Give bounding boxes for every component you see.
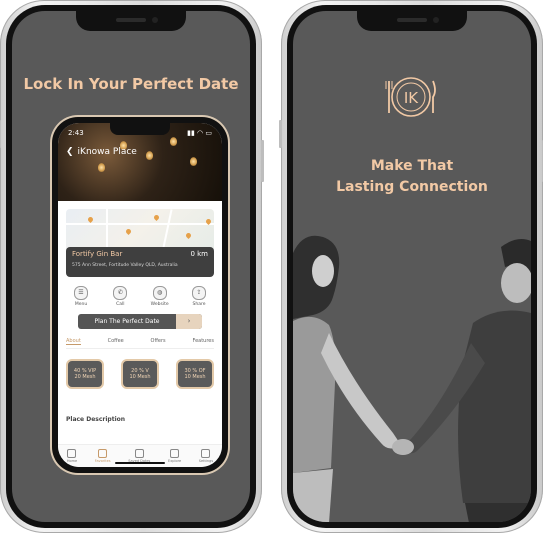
- compass-icon: [170, 449, 180, 458]
- nav-home[interactable]: Home: [67, 449, 77, 463]
- nav-label: Explore: [168, 459, 182, 463]
- share-icon: ⇪: [191, 286, 206, 300]
- calendar-icon: [134, 449, 144, 458]
- nav-favorites[interactable]: Favorites: [95, 449, 111, 463]
- status-time: 2:43: [68, 129, 84, 137]
- nav-saved-dates[interactable]: Saved Dates: [128, 449, 150, 463]
- offer-card[interactable]: 40 % VIP 20 Mesh: [66, 359, 104, 389]
- app-preview-screen: 2:43 ▮▮ ◠ ▭ ❮ iKnowa Place Fortify Gin B…: [58, 123, 222, 467]
- place-description-heading: Place Description: [66, 416, 126, 423]
- tab-about[interactable]: About: [66, 338, 81, 345]
- phone-icon: ✆: [113, 286, 128, 300]
- volume-button: [279, 120, 282, 148]
- bottom-navigation: Home Favorites Saved Dates Explore Setti…: [58, 444, 222, 467]
- status-icons: ▮▮ ◠ ▭: [187, 129, 212, 137]
- notch: [357, 11, 467, 31]
- right-phone-frame: IK Make That Lasting Connection: [279, 0, 543, 533]
- tab-features[interactable]: Features: [192, 338, 214, 345]
- logo-text: IK: [404, 89, 419, 107]
- venue-name: Fortify Gin Bar: [72, 250, 123, 258]
- venue-distance: 0 km: [190, 250, 208, 258]
- action-website[interactable]: ◍ Website: [147, 286, 173, 307]
- status-bar: 2:43 ▮▮ ◠ ▭: [68, 129, 212, 137]
- action-call[interactable]: ✆ Call: [107, 286, 133, 307]
- plan-date-button[interactable]: Plan The Perfect Date ›: [78, 314, 202, 329]
- volume-button: [0, 120, 1, 148]
- menu-icon: ☰: [74, 286, 88, 300]
- tab-offers[interactable]: Offers: [151, 338, 166, 345]
- nav-label: Settings: [198, 459, 214, 463]
- nav-label: Favorites: [94, 459, 111, 463]
- tab-coffee[interactable]: Coffee: [108, 338, 124, 345]
- chevron-right-icon: ›: [176, 314, 202, 329]
- offer-card[interactable]: 20 % V 10 Mesh: [121, 359, 159, 389]
- screen-title: iKnowa Place: [77, 147, 137, 157]
- left-phone-screen: Lock In Your Perfect Date 2:43 ▮▮ ◠ ▭ ❮ …: [12, 11, 250, 522]
- tagline-line-1: Make That: [370, 158, 454, 174]
- promo-headline: Lock In Your Perfect Date: [23, 75, 239, 93]
- nav-label: Home: [66, 459, 78, 463]
- app-preview-phone: 2:43 ▮▮ ◠ ▭ ❮ iKnowa Place Fortify Gin B…: [52, 117, 228, 473]
- power-button: [261, 140, 264, 182]
- offer-detail: 10 Mesh: [129, 374, 151, 380]
- venue-tabs: About Coffee Offers Features: [66, 338, 214, 349]
- venue-actions: ☰ Menu ✆ Call ◍ Website ⇪ Share: [68, 286, 212, 307]
- couple-holding-hands-photo: [293, 235, 531, 522]
- left-phone-bezel: Lock In Your Perfect Date 2:43 ▮▮ ◠ ▭ ❮ …: [6, 5, 256, 528]
- nav-settings[interactable]: Settings: [199, 449, 213, 463]
- tagline: Make That Lasting Connection: [293, 156, 531, 198]
- venue-address: 575 Ann Street, Fortitude Valley QLD, Au…: [72, 263, 178, 268]
- venue-info-card[interactable]: Fortify Gin Bar 0 km 575 Ann Street, For…: [66, 247, 214, 277]
- action-label: Menu: [74, 302, 88, 307]
- back-button[interactable]: ❮ iKnowa Place: [66, 147, 137, 157]
- action-label: Call: [116, 302, 125, 307]
- app-logo: IK: [385, 77, 436, 117]
- right-phone-bezel: IK Make That Lasting Connection: [287, 5, 537, 528]
- home-indicator: [115, 462, 165, 464]
- chevron-left-icon: ❮: [66, 147, 74, 157]
- offer-cards: 40 % VIP 20 Mesh 20 % V 10 Mesh 30 % OF …: [66, 359, 214, 389]
- tagline-line-2: Lasting Connection: [336, 179, 488, 195]
- notch: [76, 11, 186, 31]
- offer-detail: 20 Mesh: [74, 374, 96, 380]
- gear-icon: [201, 449, 211, 458]
- plan-date-label: Plan The Perfect Date: [94, 318, 160, 325]
- action-menu[interactable]: ☰ Menu: [68, 286, 94, 307]
- offer-detail: 10 Mesh: [184, 374, 206, 380]
- right-phone-screen: IK Make That Lasting Connection: [293, 11, 531, 522]
- action-label: Website: [150, 302, 169, 307]
- heart-icon: [98, 449, 108, 458]
- nav-explore[interactable]: Explore: [168, 449, 181, 463]
- action-label: Share: [192, 302, 206, 307]
- left-phone-frame: Lock In Your Perfect Date 2:43 ▮▮ ◠ ▭ ❮ …: [0, 0, 264, 533]
- home-icon: [67, 449, 77, 458]
- venue-header-photo: 2:43 ▮▮ ◠ ▭ ❮ iKnowa Place: [58, 123, 222, 201]
- globe-icon: ◍: [152, 286, 167, 300]
- offer-card[interactable]: 30 % OF 10 Mesh: [176, 359, 214, 389]
- action-share[interactable]: ⇪ Share: [186, 286, 212, 307]
